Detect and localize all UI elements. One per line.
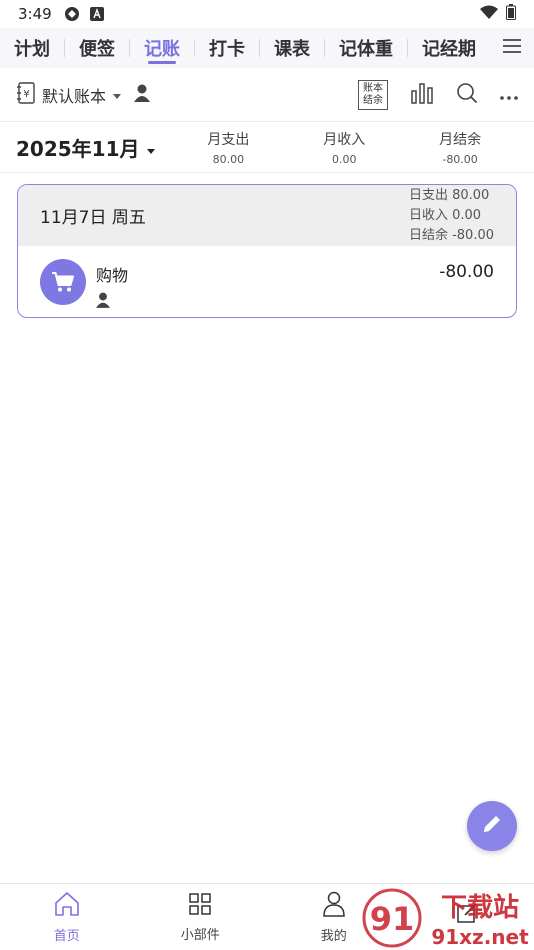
add-record-button[interactable] (467, 801, 517, 851)
caret-down-icon (146, 136, 156, 160)
book-balance-button[interactable]: 账本 结余 (358, 79, 388, 110)
tab-plan[interactable]: 计划 (0, 28, 64, 68)
entry-category: 购物 (96, 266, 129, 285)
day-balance: 日结余 -80.00 (408, 227, 494, 243)
caret-down-icon (112, 85, 122, 104)
month-summary: 2025年11月 月支出 80.00 月收入 0.00 月结余 -80.00 (0, 123, 534, 173)
member-icon (96, 292, 128, 312)
nav-profile-label: 我的 (320, 928, 347, 944)
day-income: 日收入 0.00 (408, 207, 482, 223)
statistics-chart-icon[interactable] (410, 82, 434, 108)
battery-icon (506, 4, 516, 24)
bookkeeping-toolbar: ¥ 默认账本 账本 结余 (0, 68, 534, 122)
month-expense-label: 月支出 (207, 132, 250, 148)
status-bar: 3:49 (0, 0, 534, 28)
hamburger-menu-icon (502, 38, 522, 58)
home-icon (53, 891, 81, 921)
tab-period[interactable]: 记经期 (408, 28, 490, 68)
wifi-icon (480, 5, 498, 23)
tab-bookkeeping[interactable]: 记账 (130, 28, 194, 68)
current-month: 2025年11月 (16, 137, 140, 161)
tab-checkin[interactable]: 打卡 (195, 28, 259, 68)
entry-amount: -80.00 (439, 262, 494, 282)
month-balance-label: 月结余 (439, 132, 482, 148)
watermark-digits: 91 (370, 900, 415, 938)
nav-widgets-label: 小部件 (180, 927, 220, 943)
month-expense-value: 80.00 (212, 153, 245, 166)
day-stats: 日支出 80.00 日收入 0.00 日结余 -80.00 (409, 186, 494, 246)
month-income-stat: 月收入 0.00 (286, 129, 402, 166)
more-options-icon[interactable] (500, 85, 518, 104)
status-time: 3:49 (18, 5, 52, 23)
tab-timetable[interactable]: 课表 (260, 28, 324, 68)
notification-a-icon (89, 7, 104, 21)
nav-home-label: 首页 (53, 928, 80, 944)
month-balance-stat: 月结余 -80.00 (402, 129, 518, 166)
day-title: 11月7日 周五 (40, 208, 146, 228)
day-expense: 日支出 80.00 (408, 187, 490, 203)
shopping-cart-icon (40, 259, 86, 305)
list-item[interactable]: 购物 -80.00 (18, 246, 516, 317)
svg-text:¥: ¥ (23, 89, 29, 100)
nav-home[interactable]: 首页 (0, 884, 134, 950)
balance-btn-line2: 结余 (363, 94, 383, 106)
day-record-card: 11月7日 周五 日支出 80.00 日收入 0.00 日结余 -80.00 购… (17, 184, 517, 318)
nav-widgets[interactable]: 小部件 (134, 884, 268, 950)
month-expense-stat: 月支出 80.00 (170, 129, 286, 166)
day-header: 11月7日 周五 日支出 80.00 日收入 0.00 日结余 -80.00 (18, 185, 516, 246)
account-book-icon: ¥ (16, 81, 36, 108)
tab-weight[interactable]: 记体重 (325, 28, 407, 68)
account-book-name: 默认账本 (42, 86, 107, 106)
search-icon[interactable] (456, 82, 478, 108)
pencil-icon (481, 813, 503, 839)
watermark-domain: 91xz.net (431, 925, 529, 949)
sync-status-icon (64, 6, 80, 22)
month-income-value: 0.00 (331, 153, 357, 166)
month-picker[interactable]: 2025年11月 (16, 133, 170, 162)
watermark-site-name: 下载站 (441, 893, 519, 923)
widgets-icon (188, 892, 212, 920)
balance-btn-line1: 账本 (363, 82, 383, 94)
profile-icon (322, 891, 346, 921)
month-balance-value: -80.00 (442, 153, 478, 166)
month-income-label: 月收入 (323, 132, 366, 148)
top-tab-bar: 计划 便签 记账 打卡 课表 记体重 记经期 (0, 28, 534, 68)
tab-notes[interactable]: 便签 (65, 28, 129, 68)
menu-button[interactable] (490, 28, 534, 68)
site-watermark-logo: 91 下载站 91xz.net (360, 886, 534, 950)
account-book-selector[interactable]: ¥ 默认账本 (16, 81, 151, 108)
member-icon[interactable] (134, 84, 151, 106)
